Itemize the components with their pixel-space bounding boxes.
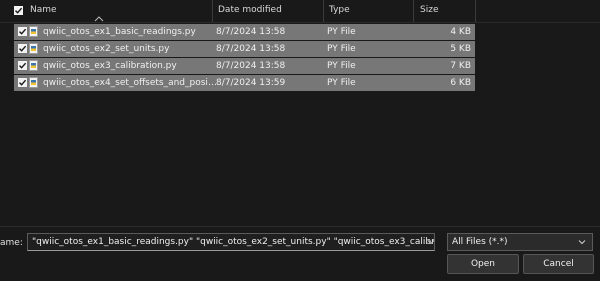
file-date: 8/7/2024 13:58 [216,44,286,54]
file-size: 4 KB [450,27,471,37]
open-button[interactable]: Open [447,254,519,274]
file-type: PY File [327,44,356,54]
file-date: 8/7/2024 13:59 [216,78,286,88]
chevron-down-icon[interactable] [427,239,435,245]
row-checkbox[interactable] [18,27,27,36]
file-type: PY File [327,61,356,71]
checkmark-icon [19,79,27,86]
file-name-input[interactable]: "qwiic_otos_ex1_basic_readings.py" "qwii… [27,233,435,251]
file-size: 5 KB [450,44,471,54]
checkmark-icon [19,62,27,69]
row-checkbox[interactable] [18,61,27,70]
chevron-up-icon [94,16,104,22]
column-header-bar: Name Date modified Type Size [0,0,600,23]
column-divider[interactable] [323,0,324,22]
file-type: PY File [327,27,356,37]
filter-value: All Files (*.*) [452,237,508,247]
checkmark-icon [19,45,27,52]
file-name-label: ame: [0,238,23,248]
file-type: PY File [327,78,356,88]
column-header-type[interactable]: Type [329,0,350,22]
file-row[interactable]: qwiic_otos_ex1_basic_readings.py 8/7/202… [14,24,475,40]
file-row[interactable]: qwiic_otos_ex4_set_offsets_and_positi...… [14,75,475,91]
column-header-date[interactable]: Date modified [218,0,282,22]
column-divider[interactable] [212,0,213,22]
column-divider[interactable] [475,0,476,22]
python-file-icon [29,43,38,54]
file-type-filter-select[interactable]: All Files (*.*) [447,233,593,251]
file-name: qwiic_otos_ex2_set_units.py [43,44,170,54]
row-checkbox[interactable] [18,44,27,53]
checkmark-icon [15,7,23,14]
column-header-name[interactable]: Name [30,0,57,22]
column-header-size[interactable]: Size [420,0,438,22]
file-row[interactable]: qwiic_otos_ex2_set_units.py 8/7/2024 13:… [14,41,475,57]
checkmark-icon [19,28,27,35]
file-date: 8/7/2024 13:58 [216,27,286,37]
column-divider[interactable] [413,0,414,22]
file-name: qwiic_otos_ex1_basic_readings.py [43,27,196,37]
file-size: 6 KB [450,78,471,88]
chevron-down-icon [578,240,586,245]
python-file-icon [29,26,38,37]
select-all-checkbox[interactable] [14,6,23,15]
python-file-icon [29,60,38,71]
file-name: qwiic_otos_ex4_set_offsets_and_positi... [43,78,219,88]
file-name: qwiic_otos_ex3_calibration.py [43,61,177,71]
file-row[interactable]: qwiic_otos_ex3_calibration.py 8/7/2024 1… [14,58,475,74]
row-checkbox[interactable] [18,78,27,87]
file-size: 7 KB [450,61,471,71]
file-list: qwiic_otos_ex1_basic_readings.py 8/7/202… [14,24,475,92]
cancel-button[interactable]: Cancel [523,254,594,274]
python-file-icon [29,77,38,88]
file-date: 8/7/2024 13:58 [216,61,286,71]
